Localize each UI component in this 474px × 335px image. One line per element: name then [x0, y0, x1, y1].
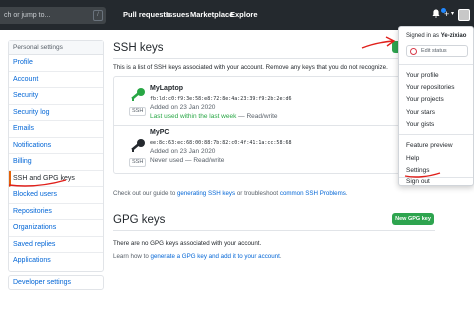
ssh-description: This is a list of SSH keys associated wi… — [113, 64, 388, 71]
search-input[interactable]: ch or jump to... / — [0, 7, 106, 24]
sidebar-item-notifications[interactable]: Notifications — [9, 138, 103, 154]
user-dropdown-menu: Signed in as Ye-zixiao Edit status Your … — [398, 26, 474, 186]
edit-status-button[interactable]: Edit status — [406, 45, 468, 57]
sidebar-item-profile[interactable]: Profile — [9, 55, 103, 72]
key-last-used: Never used — Read/write — [150, 157, 225, 164]
status-emoji-icon — [410, 48, 417, 55]
username: Ye-zixiao — [440, 33, 467, 39]
menu-item-sign-out[interactable]: Sign out — [406, 178, 430, 185]
sidebar-item-account[interactable]: Account — [9, 72, 103, 88]
ssh-keys-list: SSH MyLaptop fb:ld:c0:f9:3e:58:e8:72:8e:… — [113, 76, 403, 174]
gpg-guide-pre: Learn how to — [113, 253, 151, 260]
ssh-badge: SSH — [129, 158, 147, 167]
menu-item-settings[interactable]: Settings — [406, 167, 430, 174]
list-item: SSH MyPC ee:8c:63:ec:68:00:88:7b:82:c0:4… — [114, 128, 402, 176]
settings-sidebar: Personal settings Profile Account Securi… — [8, 40, 104, 272]
sidebar-item-emails[interactable]: Emails — [9, 121, 103, 138]
key-icon — [129, 86, 147, 104]
divider — [113, 230, 435, 231]
ssh-guide-post: . — [345, 190, 348, 197]
menu-item-your-profile[interactable]: Your profile — [406, 72, 439, 79]
search-placeholder: ch or jump to... — [4, 12, 51, 19]
bell-icon[interactable] — [432, 9, 440, 21]
avatar[interactable] — [458, 9, 470, 21]
gpg-guide-post: . — [279, 253, 282, 260]
gpg-guide-text: Learn how to generate a GPG key and add … — [113, 253, 282, 260]
plus-icon[interactable]: + — [444, 9, 449, 20]
sidebar-item-security[interactable]: Security — [9, 88, 103, 105]
sidebar-item-billing[interactable]: Billing — [9, 154, 103, 171]
menu-item-feature-preview[interactable]: Feature preview — [406, 142, 453, 149]
divider — [399, 64, 473, 65]
key-icon — [129, 137, 147, 155]
sidebar-item-organizations[interactable]: Organizations — [9, 220, 103, 237]
key-fingerprint: fb:ld:c0:f9:3e:58:e8:72:8e:4a:23:39:f9:2… — [150, 96, 292, 102]
edit-status-label: Edit status — [421, 48, 447, 54]
sidebar-item-repositories[interactable]: Repositories — [9, 204, 103, 220]
ssh-guide-link[interactable]: generating SSH keys — [177, 190, 235, 197]
divider — [114, 125, 402, 126]
menu-item-your-gists[interactable]: Your gists — [406, 121, 434, 128]
key-last-used-recent: Last used within the last week — [150, 113, 237, 120]
sidebar-item-developer-settings[interactable]: Developer settings — [9, 276, 103, 289]
menu-item-help[interactable]: Help — [406, 155, 419, 162]
ssh-keys-title: SSH keys — [113, 42, 164, 54]
annotation-arrow — [361, 40, 394, 49]
ssh-badge: SSH — [129, 107, 147, 116]
gpg-guide-link[interactable]: generate a GPG key and add it to your ac… — [151, 253, 280, 260]
nav-explore[interactable]: Explore — [230, 10, 258, 19]
signed-in-as: Signed in as Ye-zixiao — [406, 33, 466, 39]
sidebar-item-security-log[interactable]: Security log — [9, 105, 103, 121]
gpg-keys-title: GPG keys — [113, 214, 166, 226]
ssh-guide-text: Check out our guide to generating SSH ke… — [113, 190, 348, 197]
search-shortcut-key: / — [93, 10, 103, 21]
key-last-used: Last used within the last week — Read/wr… — [150, 113, 278, 120]
list-item: SSH MyLaptop fb:ld:c0:f9:3e:58:e8:72:8e:… — [114, 77, 402, 125]
divider — [399, 134, 473, 135]
key-access: — Read/write — [236, 113, 278, 120]
menu-item-your-stars[interactable]: Your stars — [406, 109, 435, 116]
key-fingerprint: ee:8c:63:ec:68:00:88:7b:82:c0:4f:41:1a:c… — [150, 140, 292, 146]
menu-item-your-projects[interactable]: Your projects — [406, 96, 444, 103]
key-name: MyPC — [150, 129, 170, 136]
sidebar-item-saved-replies[interactable]: Saved replies — [9, 237, 103, 253]
key-added-date: Added on 23 Jan 2020 — [150, 148, 216, 155]
sidebar-header: Personal settings — [9, 41, 103, 55]
sidebar-item-applications[interactable]: Applications — [9, 253, 103, 270]
signed-in-label: Signed in as — [406, 33, 441, 39]
nav-issues[interactable]: Issues — [166, 10, 189, 19]
nav-marketplace[interactable]: Marketplace — [190, 10, 233, 19]
key-added-date: Added on 23 Jan 2020 — [150, 104, 216, 111]
chevron-down-icon: ▾ — [451, 11, 455, 17]
gpg-empty-text: There are no GPG keys associated with yo… — [113, 240, 262, 247]
menu-item-your-repositories[interactable]: Your repositories — [406, 84, 455, 91]
ssh-problems-link[interactable]: common SSH Problems — [280, 190, 346, 197]
sidebar-item-ssh-gpg-keys[interactable]: SSH and GPG keys — [9, 170, 103, 187]
ssh-guide-mid: or troubleshoot — [235, 190, 280, 197]
divider — [113, 58, 403, 59]
key-name: MyLaptop — [150, 85, 184, 92]
ssh-guide-pre: Check out our guide to — [113, 190, 177, 197]
sidebar-item-blocked-users[interactable]: Blocked users — [9, 187, 103, 204]
new-gpg-key-button[interactable]: New GPG key — [392, 213, 434, 225]
developer-settings-box: Developer settings — [8, 275, 104, 290]
nav-pull-requests[interactable]: Pull requests — [123, 10, 170, 19]
